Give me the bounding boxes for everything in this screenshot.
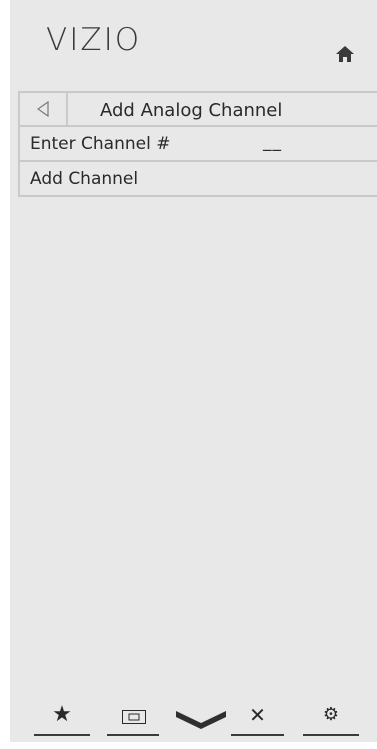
enter-channel-row[interactable]: Enter Channel # __: [18, 127, 377, 162]
home-icon[interactable]: [336, 46, 354, 62]
vizio-button[interactable]: [175, 700, 227, 736]
star-icon: ★: [52, 702, 72, 727]
settings-button[interactable]: ⚙: [303, 700, 359, 736]
close-button[interactable]: ✕: [231, 700, 284, 736]
vizio-v-icon: [176, 711, 226, 733]
add-channel-label: Add Channel: [30, 169, 139, 189]
screen-icon: [122, 709, 146, 728]
bottom-nav: ★ ✕ ⚙: [28, 700, 373, 736]
back-button[interactable]: [20, 93, 68, 125]
gear-icon: ⚙: [322, 704, 340, 725]
add-channel-row[interactable]: Add Channel: [18, 162, 377, 197]
close-icon: ✕: [249, 703, 266, 727]
menu-header: Add Analog Channel: [18, 91, 377, 127]
page-title: Add Analog Channel: [100, 100, 283, 121]
input-button[interactable]: [107, 700, 159, 736]
enter-channel-label: Enter Channel #: [30, 134, 171, 154]
channel-number-input[interactable]: __: [263, 132, 282, 152]
back-arrow-icon: [37, 101, 49, 117]
vizio-logo: VIZIO: [46, 22, 142, 58]
favorites-button[interactable]: ★: [34, 700, 90, 736]
